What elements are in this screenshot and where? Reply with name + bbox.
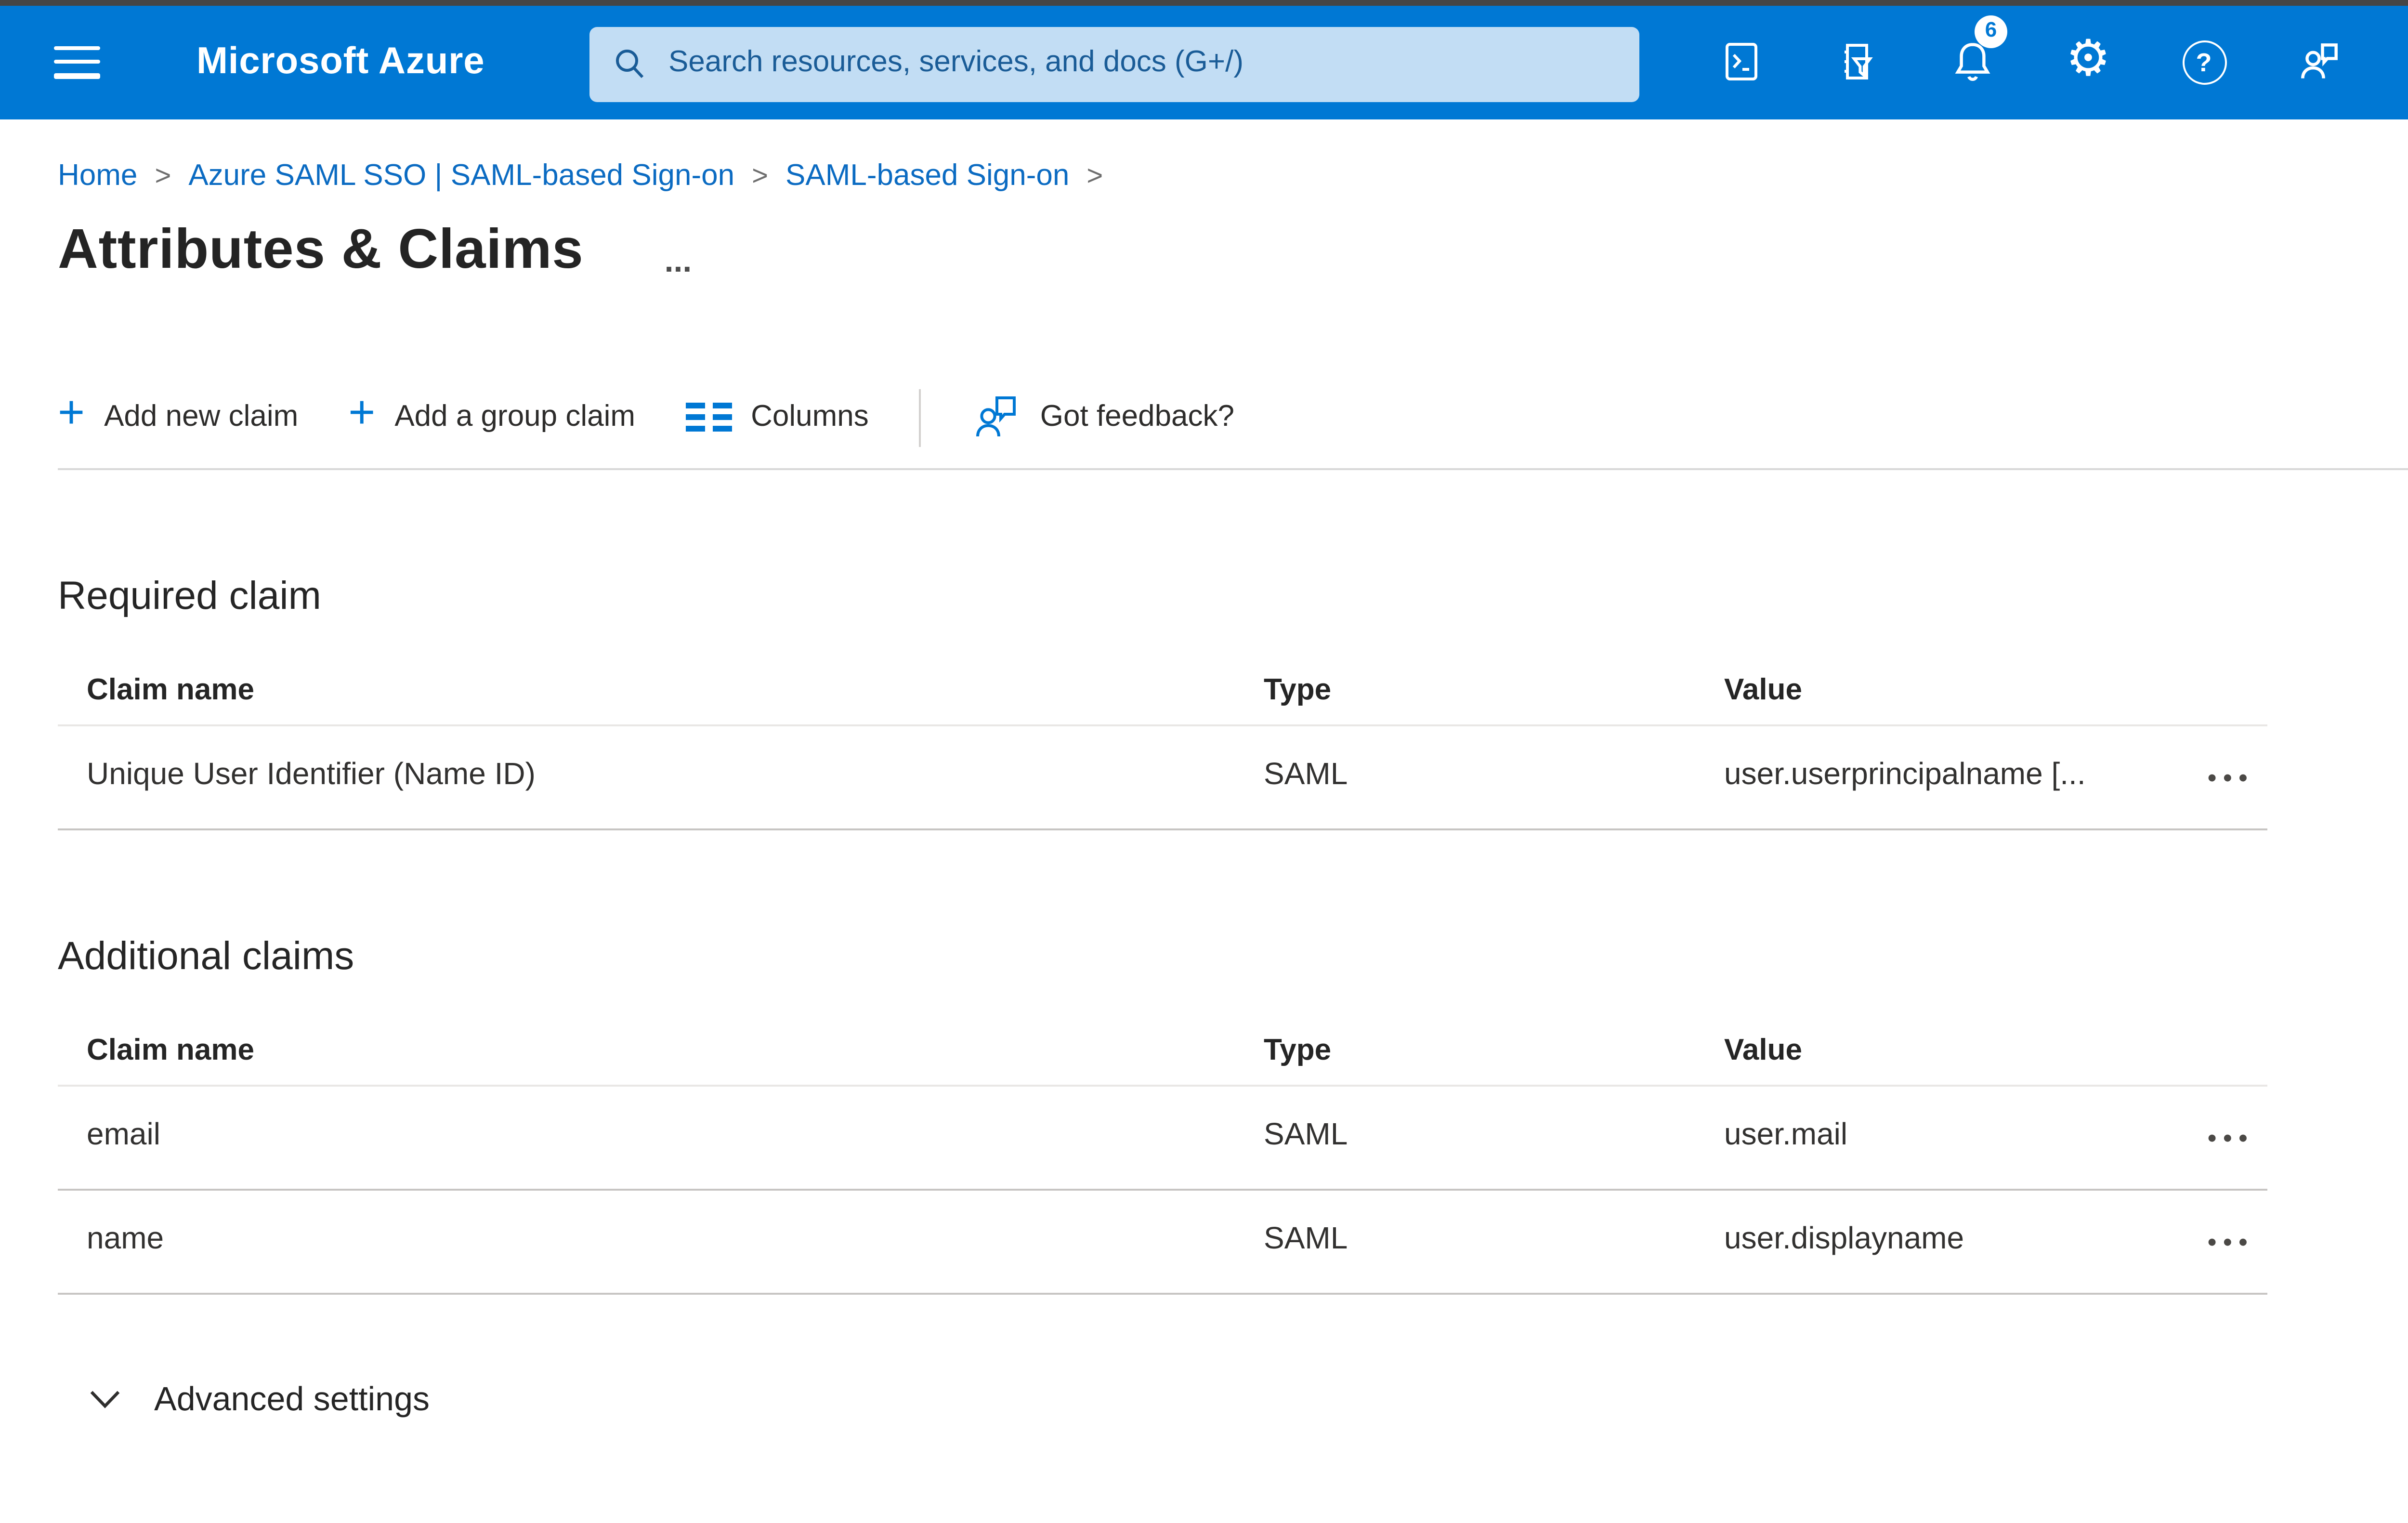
row-menu-button[interactable]: ••• bbox=[2196, 1122, 2274, 1151]
breadcrumb-saml-signon[interactable]: SAML-based Sign-on bbox=[785, 159, 1069, 194]
notifications-button[interactable]: 6 bbox=[1915, 5, 2030, 118]
required-claim-heading: Required claim bbox=[58, 573, 321, 617]
user-feedback-icon bbox=[2301, 43, 2338, 79]
notification-badge: 6 bbox=[1975, 14, 2007, 47]
hamburger-icon bbox=[54, 45, 100, 51]
search-icon bbox=[616, 50, 644, 79]
type-cell: SAML bbox=[1264, 1119, 1348, 1152]
table-row[interactable]: email SAML user.mail ••• bbox=[58, 1086, 2267, 1190]
row-menu-button[interactable]: ••• bbox=[2196, 1226, 2274, 1255]
help-icon: ? bbox=[2182, 39, 2226, 84]
chevron-down-icon bbox=[90, 1390, 120, 1407]
plus-icon: + bbox=[348, 387, 376, 439]
toolbar-separator bbox=[58, 467, 2408, 469]
table-header: Claim name Type Value bbox=[58, 1018, 2267, 1086]
toolbar-divider bbox=[918, 388, 921, 446]
column-type: Type bbox=[1264, 1034, 1332, 1066]
column-value: Value bbox=[1724, 1034, 1802, 1066]
window-edge bbox=[0, 0, 2408, 5]
breadcrumb: Home > Azure SAML SSO | SAML-based Sign-… bbox=[58, 159, 2408, 194]
add-group-claim-button[interactable]: + Add a group claim bbox=[348, 390, 636, 437]
add-new-claim-button[interactable]: + Add new claim bbox=[58, 390, 299, 437]
title-row: Attributes & Claims ... bbox=[58, 219, 2408, 282]
claim-name-cell: email bbox=[87, 1119, 160, 1152]
subscription-filter-button[interactable] bbox=[1799, 5, 1915, 118]
cloud-shell-button[interactable] bbox=[1684, 5, 1799, 118]
top-bar: Microsoft Azure Search resources, servic… bbox=[0, 5, 2408, 118]
feedback-button[interactable] bbox=[2262, 5, 2377, 118]
value-cell: user.userprincipalname [... bbox=[1724, 759, 2086, 792]
gear-icon: ⚙ bbox=[2066, 31, 2111, 89]
hamburger-menu-button[interactable] bbox=[54, 45, 100, 78]
chevron-right-icon: > bbox=[752, 161, 768, 192]
chevron-right-icon: > bbox=[1086, 161, 1103, 192]
cloud-shell-icon bbox=[1726, 43, 1757, 80]
breadcrumb-app-sso[interactable]: Azure SAML SSO | SAML-based Sign-on bbox=[188, 159, 734, 194]
global-search[interactable] bbox=[589, 26, 1639, 101]
column-value: Value bbox=[1724, 673, 1802, 706]
table-row[interactable]: Unique User Identifier (Name ID) SAML us… bbox=[58, 725, 2267, 829]
azure-portal-window: Microsoft Azure Search resources, servic… bbox=[0, 0, 2408, 1523]
subscription-filter-icon bbox=[1845, 44, 1873, 79]
row-menu-button[interactable]: ••• bbox=[2196, 762, 2274, 791]
brand-logo: Microsoft Azure bbox=[196, 39, 485, 82]
required-claim-table: Claim name Type Value Unique User Identi… bbox=[58, 658, 2267, 829]
search-input[interactable] bbox=[665, 44, 1616, 83]
got-feedback-label: Got feedback? bbox=[1040, 400, 1235, 433]
claim-name-cell: Unique User Identifier (Name ID) bbox=[87, 759, 536, 792]
additional-claims-table: Claim name Type Value email SAML user.ma… bbox=[58, 1018, 2267, 1294]
add-group-claim-label: Add a group claim bbox=[394, 400, 636, 433]
advanced-settings-toggle[interactable]: Advanced settings bbox=[89, 1379, 430, 1419]
title-more-menu[interactable]: ... bbox=[665, 244, 692, 276]
settings-button[interactable]: ⚙ bbox=[2030, 5, 2146, 118]
table-header: Claim name Type Value bbox=[58, 658, 2267, 725]
page-title: Attributes & Claims bbox=[58, 219, 584, 280]
feedback-icon bbox=[976, 396, 1016, 437]
header-icon-group: 6 ⚙ ? bbox=[1684, 5, 2377, 118]
got-feedback-button[interactable]: Got feedback? bbox=[971, 393, 1234, 441]
column-claim-name: Claim name bbox=[87, 673, 255, 706]
type-cell: SAML bbox=[1264, 759, 1348, 792]
value-cell: user.displayname bbox=[1724, 1223, 1964, 1256]
breadcrumb-home[interactable]: Home bbox=[58, 159, 137, 194]
additional-claims-heading: Additional claims bbox=[58, 933, 354, 978]
columns-button[interactable]: Columns bbox=[685, 400, 869, 434]
type-cell: SAML bbox=[1264, 1223, 1348, 1256]
table-row[interactable]: name SAML user.displayname ••• bbox=[58, 1190, 2267, 1294]
columns-icon bbox=[685, 402, 732, 432]
advanced-settings-label: Advanced settings bbox=[154, 1379, 430, 1417]
columns-label: Columns bbox=[751, 400, 869, 433]
plus-icon: + bbox=[58, 387, 85, 439]
add-new-claim-label: Add new claim bbox=[104, 400, 299, 433]
claim-name-cell: name bbox=[87, 1223, 164, 1256]
help-button[interactable]: ? bbox=[2146, 5, 2262, 118]
column-type: Type bbox=[1264, 673, 1332, 706]
chevron-right-icon: > bbox=[155, 161, 171, 192]
command-bar: + Add new claim + Add a group claim Colu… bbox=[58, 382, 2408, 452]
value-cell: user.mail bbox=[1724, 1119, 1848, 1152]
column-claim-name: Claim name bbox=[87, 1034, 255, 1066]
